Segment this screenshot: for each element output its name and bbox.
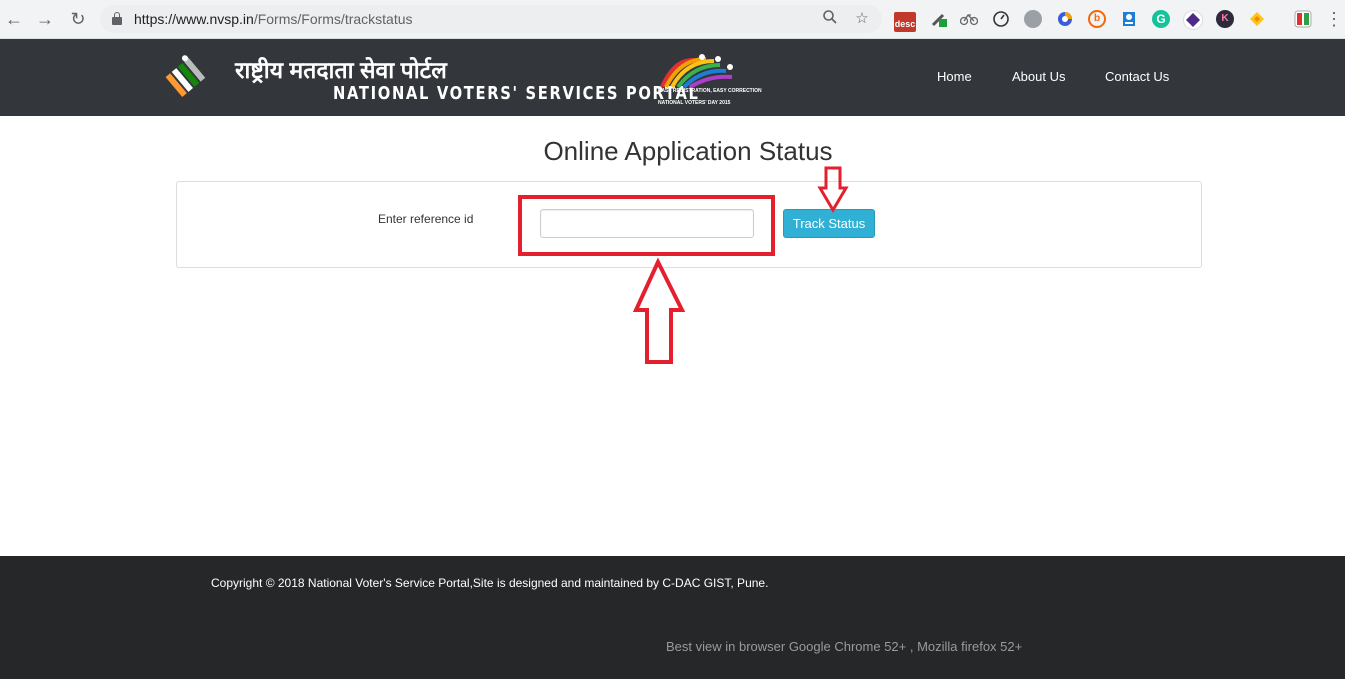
extension-b-icon[interactable]: b (1088, 10, 1106, 28)
reference-id-label: Enter reference id (378, 212, 474, 226)
highlight-annotations (518, 166, 849, 364)
url-path: /Forms/Forms/trackstatus (253, 11, 413, 27)
desc-icon[interactable]: desc (894, 12, 916, 32)
address-bar[interactable]: https://www.nvsp.in/Forms/Forms/tracksta… (100, 5, 882, 33)
desc-label: desc (894, 19, 916, 29)
globe-icon[interactable] (1024, 10, 1042, 28)
nvd-caption-line2: NATIONAL VOTERS' DAY 2015 (658, 100, 731, 106)
nvd-caption: EASY REGISTRATION, EASY CORRECTION NATIO… (658, 88, 762, 106)
lock-icon (112, 12, 122, 25)
extension-vb-icon[interactable] (1294, 10, 1312, 28)
nav-contact-link[interactable]: Contact Us (1105, 69, 1169, 84)
extension-diamond-icon[interactable] (1183, 10, 1203, 30)
input-highlight-box (518, 195, 775, 256)
k-label: K (1221, 13, 1229, 24)
url-text: https://www.nvsp.in/Forms/Forms/tracksta… (134, 11, 413, 27)
kebab-menu-icon[interactable]: ⋮ (1325, 9, 1343, 29)
grammarly-icon[interactable]: G (1152, 10, 1170, 28)
voter-ballot-logo[interactable] (163, 52, 215, 102)
site-footer: Copyright © 2018 National Voter's Servic… (0, 556, 1345, 679)
portal-title-hindi: राष्ट्रीय मतदाता सेवा पोर्टल (235, 57, 447, 83)
reload-icon[interactable]: ↻ (68, 9, 88, 29)
portal-title-english: NATIONAL VOTERS' SERVICES PORTAL (333, 83, 700, 104)
extension-a-icon[interactable] (1120, 10, 1138, 28)
forward-arrow-icon[interactable]: → (35, 9, 55, 29)
nav-home-link[interactable]: Home (937, 69, 972, 84)
copyright-text: Copyright © 2018 National Voter's Servic… (211, 576, 769, 590)
back-arrow-icon[interactable]: ← (4, 9, 24, 29)
speed-icon[interactable] (992, 10, 1010, 28)
extension-k-icon[interactable]: K (1216, 10, 1234, 28)
url-host: https://www.nvsp.in (134, 11, 254, 27)
site-header: राष्ट्रीय मतदाता सेवा पोर्टल NATIONAL VO… (0, 39, 1345, 116)
bookmark-star-icon[interactable]: ☆ (852, 9, 872, 29)
up-arrow-annotation (632, 257, 686, 364)
zoom-icon[interactable] (820, 9, 840, 29)
best-view-text: Best view in browser Google Chrome 52+ ,… (666, 639, 1023, 654)
extension-bike-icon[interactable] (959, 10, 979, 28)
down-arrow-annotation (817, 166, 849, 213)
nav-about-link[interactable]: About Us (1012, 69, 1065, 84)
nvd-caption-line1: EASY REGISTRATION, EASY CORRECTION (658, 88, 762, 94)
browser-toolbar: ← → ↻ https://www.nvsp.in/Forms/Forms/tr… (0, 0, 1345, 39)
extension-yellow-icon[interactable] (1248, 10, 1266, 28)
extension-dots-icon[interactable] (1056, 10, 1074, 28)
extension-green-icon[interactable] (930, 10, 948, 28)
page-title: Online Application Status (543, 136, 833, 166)
